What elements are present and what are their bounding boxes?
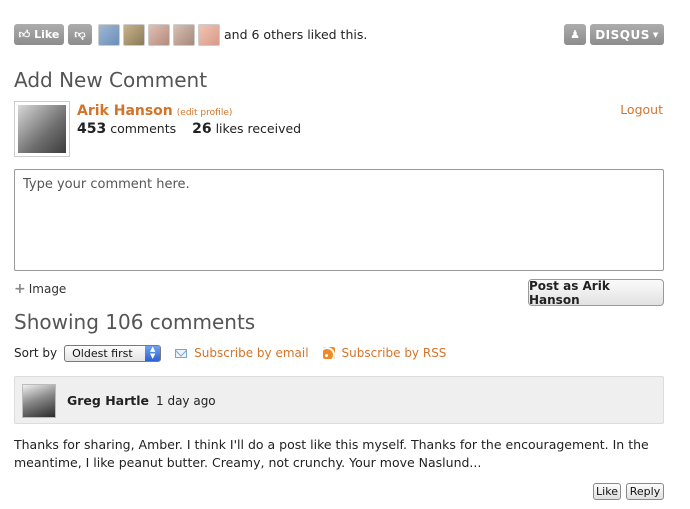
avatar[interactable] bbox=[98, 24, 120, 46]
avatar[interactable] bbox=[148, 24, 170, 46]
plus-icon: + bbox=[14, 281, 26, 297]
subscribe-rss-label: Subscribe by RSS bbox=[341, 346, 447, 360]
dislike-button[interactable]: 👎︎ bbox=[68, 24, 92, 45]
updown-arrows-icon: ▲ ▼ bbox=[145, 345, 161, 361]
add-comment-title: Add New Comment bbox=[14, 68, 208, 92]
logout-link[interactable]: Logout bbox=[620, 102, 663, 117]
comment-author[interactable]: Greg Hartle bbox=[67, 393, 149, 408]
comment-reply-button[interactable]: Reply bbox=[626, 483, 664, 500]
comment-timestamp[interactable]: 1 day ago bbox=[156, 394, 216, 408]
edit-profile-link[interactable]: (edit profile) bbox=[177, 108, 233, 118]
avatar[interactable] bbox=[198, 24, 220, 46]
likes-count: 26 bbox=[192, 121, 212, 137]
likes-label: likes received bbox=[215, 121, 302, 136]
comments-count-title: Showing 106 comments bbox=[14, 310, 256, 334]
subscribe-email-link[interactable]: Subscribe by email bbox=[175, 346, 309, 360]
comment-like-button[interactable]: Like bbox=[593, 483, 621, 500]
thumbs-up-icon: 👍︎ bbox=[18, 28, 31, 41]
avatar[interactable] bbox=[123, 24, 145, 46]
comment-body: Thanks for sharing, Amber. I think I'll … bbox=[14, 437, 649, 470]
sort-label: Sort by bbox=[14, 346, 58, 360]
like-button[interactable]: 👍︎ Like bbox=[14, 24, 64, 45]
like-button-label: Like bbox=[34, 28, 60, 41]
comments-label: comments bbox=[110, 121, 177, 136]
liker-avatars bbox=[98, 24, 220, 46]
caret-down-icon: ▼ bbox=[652, 30, 659, 39]
comments-count: 453 bbox=[77, 121, 107, 137]
comment-header: Greg Hartle 1 day ago bbox=[14, 376, 664, 424]
user-name-link[interactable]: Arik Hanson bbox=[77, 103, 173, 119]
user-stats: 453 comments 26 likes received bbox=[77, 121, 301, 137]
mail-icon bbox=[175, 348, 188, 358]
comment-author-avatar[interactable] bbox=[22, 384, 56, 418]
thumbs-down-icon: 👎︎ bbox=[74, 28, 86, 41]
user-icon: ♟ bbox=[570, 28, 580, 41]
subscribe-email-label: Subscribe by email bbox=[194, 346, 309, 360]
subscribe-rss-link[interactable]: Subscribe by RSS bbox=[322, 346, 447, 360]
disqus-menu-button[interactable]: DISQUS ▼ bbox=[590, 24, 664, 45]
comment-input[interactable] bbox=[14, 169, 664, 271]
rss-icon bbox=[322, 347, 335, 359]
sort-row: Sort by Oldest first ▲ ▼ Subscribe by ema… bbox=[14, 344, 446, 362]
like-bar: 👍︎ Like 👎︎ and 6 others liked this. ♟ DI… bbox=[14, 24, 664, 46]
user-name-row: Arik Hanson (edit profile) bbox=[77, 103, 232, 119]
user-account-button[interactable]: ♟ bbox=[564, 24, 586, 45]
user-avatar[interactable] bbox=[14, 101, 70, 157]
sort-value: Oldest first bbox=[72, 346, 133, 360]
sort-select[interactable]: Oldest first ▲ ▼ bbox=[64, 344, 162, 362]
disqus-label: DISQUS bbox=[595, 27, 650, 42]
add-image-link[interactable]: + Image bbox=[14, 281, 66, 297]
post-comment-button[interactable]: Post as Arik Hanson bbox=[528, 279, 664, 307]
avatar[interactable] bbox=[173, 24, 195, 46]
liked-count-text: and 6 others liked this. bbox=[224, 27, 368, 42]
image-label: Image bbox=[28, 282, 67, 296]
